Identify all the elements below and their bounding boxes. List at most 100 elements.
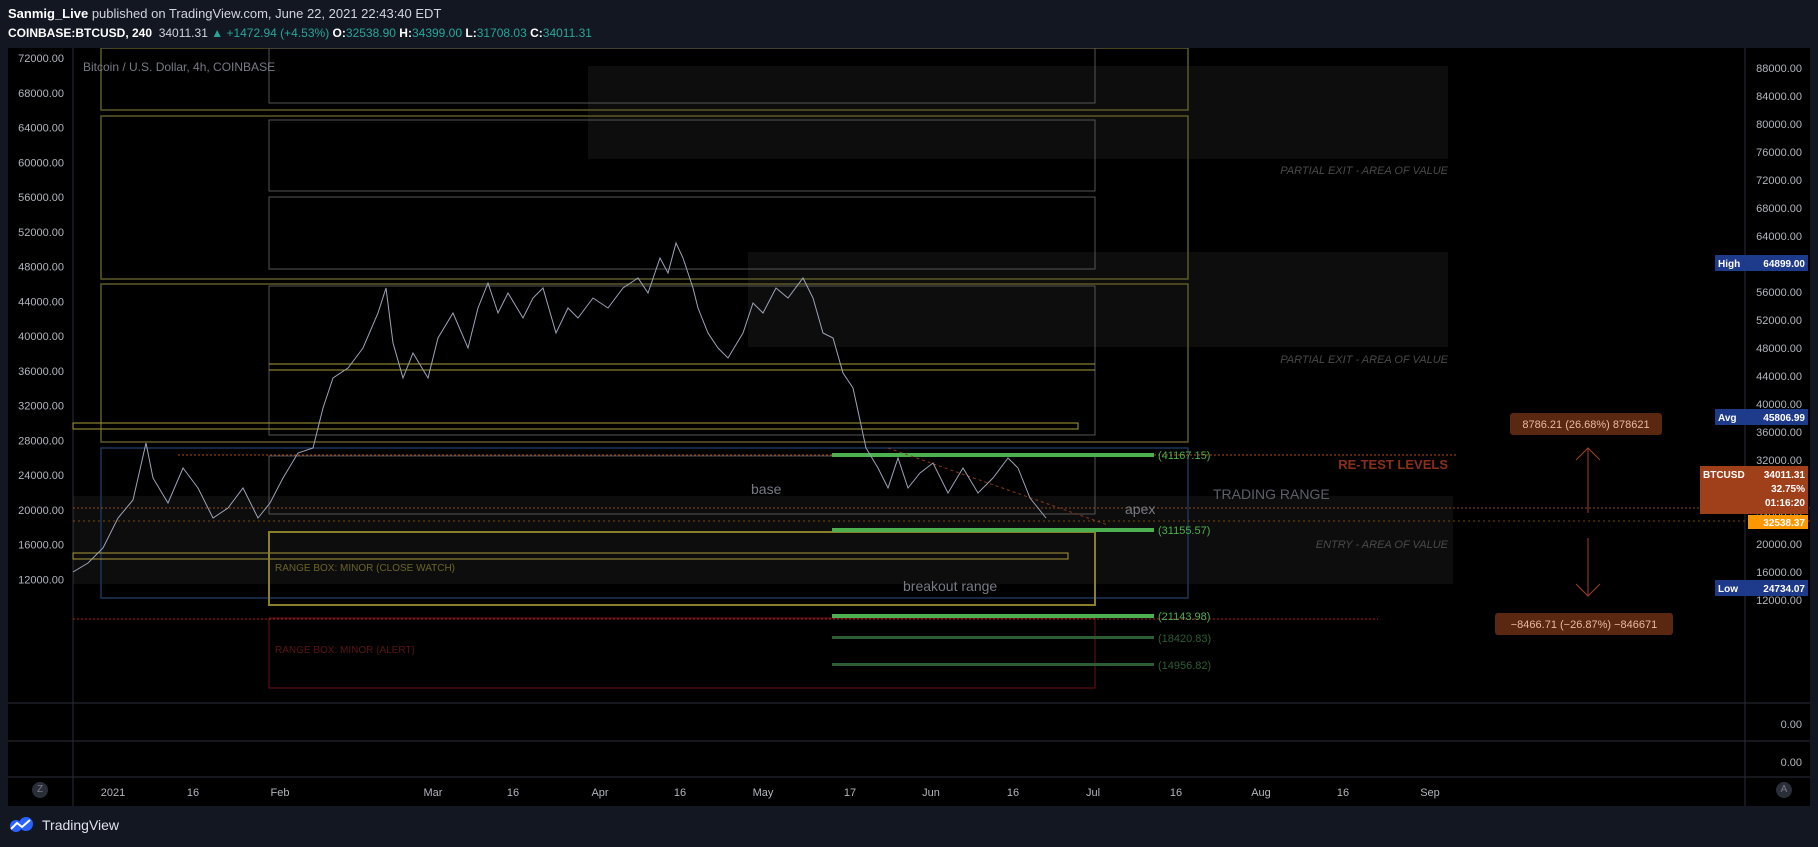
- level-14956-label: (14956.82): [1158, 660, 1211, 672]
- measure-up-text: 8786.21 (26.68%) 878621: [1522, 419, 1649, 431]
- zoom-button[interactable]: Z: [32, 782, 48, 798]
- open-value: 32538.90: [345, 26, 396, 40]
- left-axis-tick: 16000.00: [18, 540, 64, 552]
- auto-scale-button[interactable]: A: [1776, 782, 1792, 798]
- level-41167[interactable]: [832, 453, 1154, 457]
- close-value: 34011.31: [542, 26, 592, 40]
- right-axis-tick: 44000.00: [1756, 371, 1802, 383]
- left-axis-tick: 64000.00: [18, 123, 64, 135]
- level-31155[interactable]: [832, 528, 1154, 532]
- left-axis-tick: 32000.00: [18, 401, 64, 413]
- time-axis-tick: May: [753, 787, 774, 799]
- left-axis-tick: 24000.00: [18, 470, 64, 482]
- left-axis-tick: 28000.00: [18, 435, 64, 447]
- time-axis-tick: Mar: [424, 787, 443, 799]
- time-axis-tick: Feb: [271, 787, 290, 799]
- btcusd-badge-label: BTCUSD: [1703, 470, 1745, 481]
- tradingview-logo[interactable]: TradingView: [8, 817, 119, 833]
- time-axis-tick: Sep: [1420, 787, 1440, 799]
- tradingview-logo-icon: [10, 817, 33, 832]
- time-axis-tick: 2021: [101, 787, 125, 799]
- btcusd-badge-value: 34011.31: [1764, 470, 1806, 481]
- publish-info: Sanmig_Live published on TradingView.com…: [8, 6, 441, 21]
- level-31155-label: (31155.57): [1158, 525, 1210, 537]
- high-value: 34399.00: [411, 26, 463, 40]
- time-axis-tick: Jun: [922, 787, 940, 799]
- time-axis-tick: 16: [187, 787, 199, 799]
- up-arrow-icon: ▲: [211, 26, 224, 40]
- left-axis-tick: 56000.00: [18, 192, 64, 204]
- left-axis-tick: 44000.00: [18, 296, 64, 308]
- apex-label: apex: [1125, 501, 1155, 517]
- low-badge-value: 24734.07: [1763, 584, 1805, 595]
- low-label: L:: [465, 26, 477, 40]
- right-axis-tick: 32000.00: [1756, 455, 1802, 467]
- chart-pane[interactable]: 8786.21 (26.68%) 878621 −8466.71 (−26.87…: [8, 48, 1810, 806]
- base-label: base: [751, 481, 782, 497]
- low-badge-label: Low: [1718, 584, 1738, 595]
- range-box-alert-label: RANGE BOX: MINOR (ALERT): [275, 645, 415, 656]
- last-price: 34011.31: [158, 26, 208, 40]
- publish-text: published on TradingView.com, June 22, 2…: [91, 6, 442, 21]
- time-axis-tick: 16: [1170, 787, 1182, 799]
- avg-badge-label: Avg: [1718, 413, 1737, 424]
- right-axis-tick: 76000.00: [1756, 147, 1802, 159]
- time-axis-tick: 16: [1007, 787, 1019, 799]
- right-axis-tick: 36000.00: [1756, 427, 1802, 439]
- left-price-axis[interactable]: 72000.00 68000.00 64000.00 60000.00 56000.00…: [18, 53, 64, 586]
- close-label: C:: [530, 26, 543, 40]
- level-band[interactable]: [72, 422, 1079, 430]
- partial-exit-zone[interactable]: [748, 252, 1448, 347]
- right-axis-tick: 64000.00: [1756, 231, 1802, 243]
- high-badge-label: High: [1718, 259, 1740, 270]
- right-axis-tick: 84000.00: [1756, 91, 1802, 103]
- btcusd-badge-time: 01:16:20: [1765, 498, 1805, 509]
- footer-bar: [0, 806, 1818, 847]
- level-14956[interactable]: [832, 663, 1154, 666]
- left-axis-tick: 36000.00: [18, 366, 64, 378]
- left-axis-tick: 60000.00: [18, 157, 64, 169]
- time-axis-tick: 16: [674, 787, 686, 799]
- partial-exit-label: PARTIAL EXIT - AREA OF VALUE: [1280, 165, 1448, 177]
- right-axis-tick: 72000.00: [1756, 175, 1802, 187]
- subpane-axis-label: 0.00: [1781, 757, 1802, 769]
- btcusd-badge-pct: 32.75%: [1771, 484, 1805, 495]
- subpane-axis-label: 0.00: [1781, 719, 1802, 731]
- ohlc-legend: COINBASE:BTCUSD, 240 34011.31 ▲ +1472.94…: [8, 26, 592, 40]
- level-18420-label: (18420.83): [1158, 633, 1211, 645]
- left-axis-tick: 68000.00: [18, 88, 64, 100]
- partial-exit-label: PARTIAL EXIT - AREA OF VALUE: [1280, 354, 1448, 366]
- high-badge-value: 64899.00: [1763, 259, 1805, 270]
- trading-range-label: TRADING RANGE: [1213, 486, 1330, 502]
- level-18420[interactable]: [832, 636, 1154, 639]
- right-axis-tick: 56000.00: [1756, 287, 1802, 299]
- left-axis-tick: 52000.00: [18, 227, 64, 239]
- high-label: H:: [399, 26, 412, 40]
- level-41167-label: (41167.15): [1158, 450, 1210, 462]
- time-axis[interactable]: 2021 16 Feb Mar 16 Apr 16 May 17 Jun 16 Jul 16 Aug 16 S…: [101, 787, 1440, 799]
- retest-label: RE-TEST LEVELS: [1338, 457, 1448, 472]
- left-axis-tick: 72000.00: [18, 53, 64, 65]
- time-axis-tick: Jul: [1086, 787, 1100, 799]
- right-axis-tick: 12000.00: [1756, 595, 1802, 607]
- partial-exit-zone[interactable]: [588, 66, 1448, 159]
- right-axis-tick: 80000.00: [1756, 119, 1802, 131]
- measure-down-text: −8466.71 (−26.87%) −846671: [1511, 619, 1658, 631]
- right-axis-tick: 48000.00: [1756, 343, 1802, 355]
- open-price-badge-value: 32538.37: [1763, 518, 1805, 529]
- time-axis-tick: Apr: [591, 787, 608, 799]
- time-axis-tick: 17: [844, 787, 856, 799]
- chart-canvas[interactable]: 8786.21 (26.68%) 878621 −8466.71 (−26.87…: [8, 48, 1810, 806]
- low-value: 31708.03: [476, 26, 527, 40]
- left-axis-tick: 20000.00: [18, 505, 64, 517]
- breakout-label: breakout range: [903, 578, 997, 594]
- time-axis-tick: Aug: [1251, 787, 1271, 799]
- publisher-name[interactable]: Sanmig_Live: [8, 6, 88, 21]
- symbol-label[interactable]: COINBASE:BTCUSD, 240: [8, 26, 152, 40]
- left-axis-tick: 48000.00: [18, 262, 64, 274]
- level-21143[interactable]: [832, 614, 1154, 618]
- range-box-watch-label: RANGE BOX: MINOR (CLOSE WATCH): [275, 563, 455, 574]
- right-axis-tick: 16000.00: [1756, 567, 1802, 579]
- left-axis-tick: 12000.00: [18, 574, 64, 586]
- brand-name: TradingView: [42, 817, 120, 833]
